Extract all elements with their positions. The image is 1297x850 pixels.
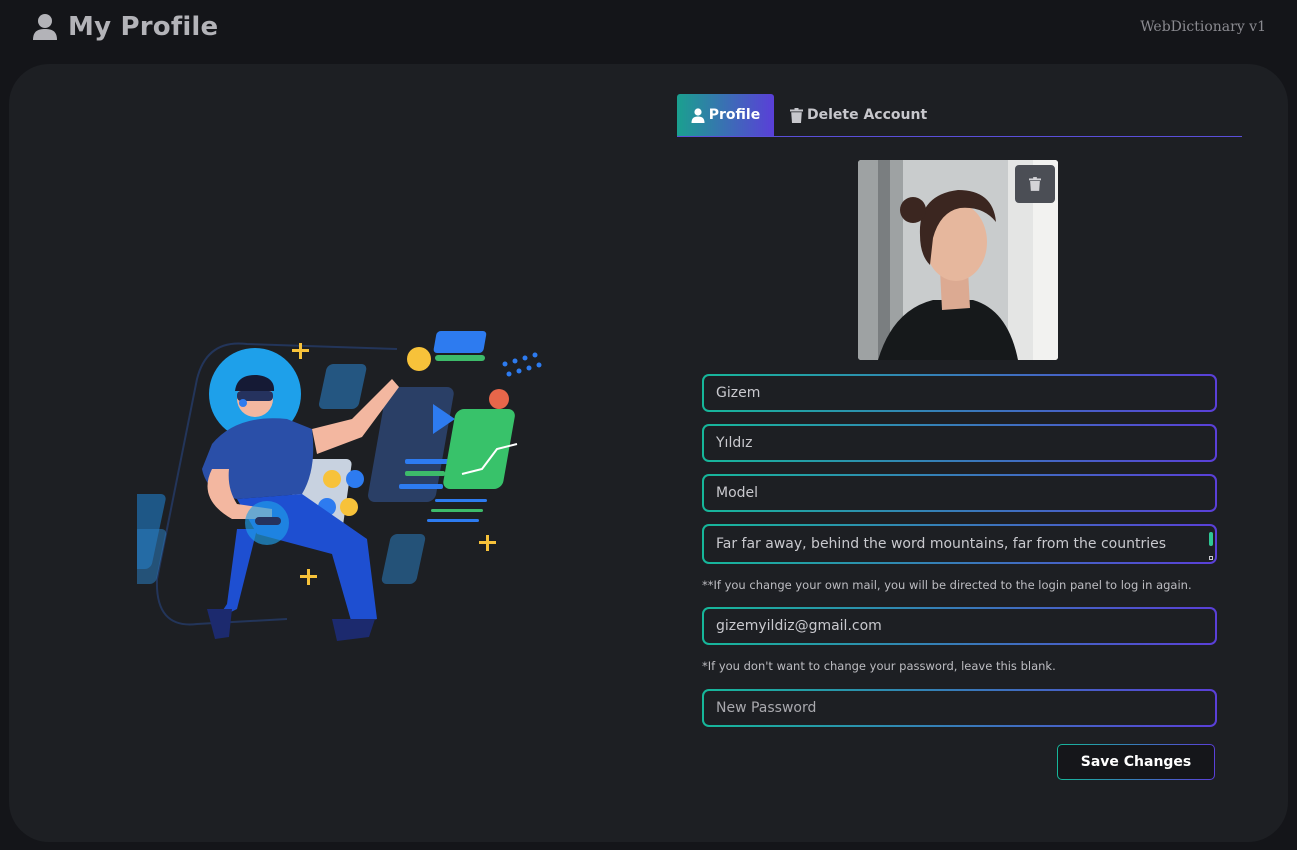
textarea-scrollbar[interactable] xyxy=(1209,532,1213,546)
new-password-input[interactable] xyxy=(704,700,1215,716)
app-version: WebDictionary v1 xyxy=(1140,19,1266,35)
email-field[interactable] xyxy=(702,607,1217,645)
last-name-input[interactable] xyxy=(704,435,1215,451)
email-input[interactable] xyxy=(704,618,1215,634)
job-input[interactable] xyxy=(704,485,1215,501)
tab-profile[interactable]: Profile xyxy=(677,94,774,136)
about-textarea[interactable]: Far far away, behind the word mountains,… xyxy=(704,533,1215,555)
save-changes-button[interactable]: Save Changes xyxy=(1057,744,1215,780)
tab-delete-account[interactable]: Delete Account xyxy=(790,94,927,136)
password-field[interactable] xyxy=(702,689,1217,727)
page-title: My Profile xyxy=(68,12,219,42)
tab-delete-account-label: Delete Account xyxy=(807,107,928,123)
profile-card: Profile Delete Account Gizem Yıldız Mode… xyxy=(9,64,1288,842)
vr-illustration xyxy=(137,331,542,641)
delete-photo-button[interactable] xyxy=(1015,165,1055,203)
trash-icon xyxy=(1029,177,1041,191)
password-note: *If you don't want to change your passwo… xyxy=(702,659,1056,673)
first-name-input[interactable] xyxy=(704,385,1215,401)
top-bar: My Profile WebDictionary v1 xyxy=(0,0,1297,64)
trash-icon xyxy=(790,107,803,123)
last-name-field[interactable] xyxy=(702,424,1217,462)
textarea-resize-handle[interactable] xyxy=(1209,556,1213,560)
page-header: My Profile xyxy=(32,12,218,42)
user-icon xyxy=(33,14,57,40)
profile-tabs: Profile Delete Account xyxy=(677,94,1242,137)
tab-profile-label: Profile xyxy=(708,107,761,123)
about-field[interactable]: Far far away, behind the word mountains,… xyxy=(702,524,1217,564)
email-change-note: **If you change your own mail, you will … xyxy=(702,578,1192,592)
user-icon xyxy=(691,107,705,123)
first-name-field[interactable] xyxy=(702,374,1217,412)
job-field[interactable] xyxy=(702,474,1217,512)
